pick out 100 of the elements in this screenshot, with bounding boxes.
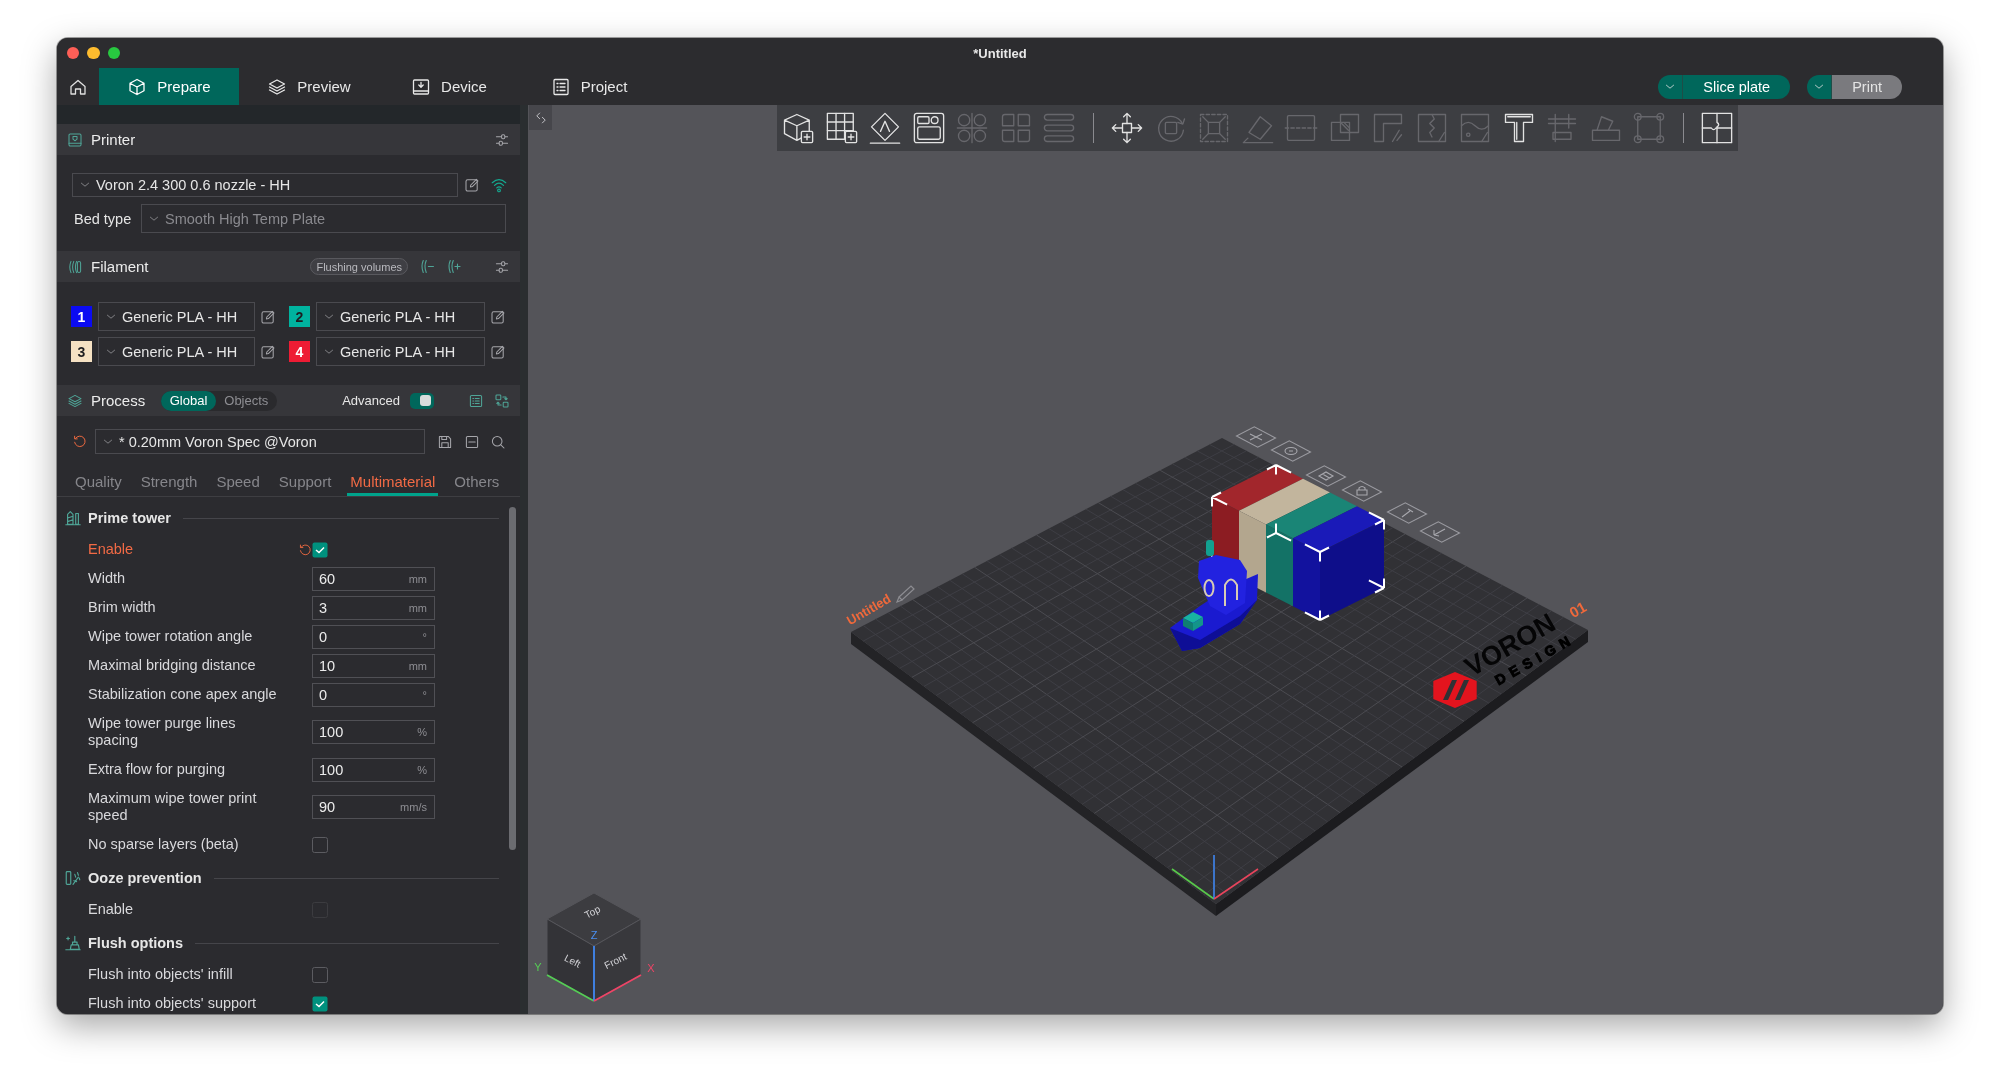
number-field[interactable]: 60 mm (312, 566, 435, 591)
sidebar-toggle-button[interactable] (529, 105, 552, 130)
setting-label: Flush into objects' infill (88, 966, 234, 983)
tower-icon (64, 509, 82, 527)
number-field[interactable]: 3 mm (312, 595, 435, 620)
list-icon[interactable] (468, 392, 484, 409)
edit-icon[interactable] (490, 308, 506, 325)
remove-filament-icon[interactable] (419, 258, 436, 275)
setting-label: Enable (88, 901, 135, 918)
view-cube-drawing[interactable] (546, 892, 642, 1002)
checkbox[interactable] (312, 966, 328, 983)
setting-label: Enable (88, 541, 135, 558)
save-icon[interactable] (437, 433, 453, 450)
filament-select[interactable]: Generic PLA - HH (316, 302, 485, 331)
number-field[interactable]: 90 mm/s (312, 795, 435, 819)
axis-label: X (647, 962, 655, 974)
tee-icon[interactable] (1386, 502, 1428, 524)
printer-select[interactable]: Voron 2.4 300 0.6 nozzle - HH (72, 173, 458, 197)
section-title: Filament (91, 258, 149, 275)
minus-box-icon[interactable] (464, 433, 480, 450)
filament-color-badge[interactable]: 1 (71, 306, 92, 327)
checkbox[interactable] (312, 836, 328, 853)
arrow-icon[interactable] (1419, 521, 1461, 543)
minimize-button[interactable] (87, 46, 100, 60)
ring-icon[interactable] (1270, 440, 1312, 462)
axis-label: Z (590, 929, 598, 941)
move-arrows-icon[interactable] (1109, 110, 1145, 146)
number-field[interactable]: 100 % (312, 720, 435, 744)
pencil-icon[interactable] (895, 585, 915, 604)
reset-icon[interactable] (298, 542, 312, 557)
close-button[interactable] (66, 46, 79, 60)
action-button[interactable]: Slice plate (1683, 74, 1791, 99)
document-list-icon (550, 76, 571, 97)
settings-tab[interactable]: Speed (213, 466, 263, 496)
sliders-icon[interactable] (494, 131, 510, 148)
bed-type-label: Bed type (74, 210, 132, 227)
setting-label: Brim width (88, 599, 157, 616)
settings-tab[interactable]: Multimaterial (347, 466, 439, 496)
settings-tab[interactable]: Strength (137, 466, 201, 496)
toggle-switch[interactable] (410, 392, 434, 409)
filament-select[interactable]: Generic PLA - HH (316, 337, 485, 366)
setting-label: Wipe tower purge lines spacing (88, 715, 237, 749)
search-icon[interactable] (490, 433, 506, 450)
process-preset-select[interactable]: * 0.20mm Voron Spec @Voron (95, 429, 425, 454)
number-field[interactable]: 0 ° (312, 624, 435, 649)
setting-label: No sparse layers (beta) (88, 836, 240, 853)
filament-icon (67, 258, 83, 275)
add-filament-icon[interactable] (446, 258, 463, 275)
axis-label: Y (534, 961, 542, 973)
view-cube-label[interactable]: Front (602, 950, 629, 972)
view-cube-label[interactable]: Top (582, 903, 603, 921)
main-tab[interactable]: Prepare (99, 68, 239, 105)
setting-label: Maximum wipe tower print speed (88, 790, 258, 824)
unit-label: ° (422, 630, 427, 643)
settings-tab[interactable]: Others (451, 466, 503, 496)
rhombus-icon[interactable] (1305, 465, 1347, 487)
edit-icon[interactable] (260, 343, 276, 360)
dropdown-button[interactable] (1807, 74, 1833, 99)
settings-tab[interactable]: Quality (72, 466, 125, 496)
unit-label: % (417, 763, 427, 776)
unit-label: mm (408, 601, 427, 614)
settings-tab[interactable]: Support (275, 466, 335, 496)
dropdown-button[interactable] (1658, 74, 1684, 99)
filament-color-badge[interactable]: 3 (71, 341, 92, 362)
reset-icon[interactable] (72, 434, 87, 449)
boat-model-drawing[interactable] (1170, 540, 1258, 651)
lock-icon[interactable] (1341, 480, 1383, 502)
checkbox[interactable] (312, 541, 328, 558)
filament-color-badge[interactable]: 2 (289, 306, 310, 327)
edit-icon[interactable] (490, 343, 506, 360)
puzzle-icon[interactable] (1699, 110, 1735, 146)
diamond-icon[interactable] (867, 110, 903, 146)
main-tab[interactable]: Project (519, 68, 659, 105)
number-field[interactable]: 10 mm (312, 653, 435, 678)
edit-icon[interactable] (464, 177, 480, 193)
filament-select[interactable]: Generic PLA - HH (98, 337, 255, 366)
main-tab[interactable]: Device (379, 68, 519, 105)
setting-label: Wipe tower rotation angle (88, 628, 254, 645)
scrollbar[interactable] (509, 507, 516, 850)
setting-label: Maximal bridging distance (88, 657, 257, 674)
checkbox[interactable] (312, 995, 328, 1012)
number-field[interactable]: 100 % (312, 757, 435, 782)
plate-number-label: 01 (1566, 598, 1590, 622)
main-tab[interactable]: Preview (239, 68, 379, 105)
brush-icon (64, 934, 82, 952)
selected-block-model-drawing[interactable] (1211, 464, 1385, 621)
edit-icon[interactable] (260, 308, 276, 325)
unit-label: % (417, 726, 427, 738)
scope-option[interactable]: Global (161, 390, 216, 411)
scope-option[interactable]: Objects (215, 390, 277, 411)
swap-icon[interactable] (494, 392, 510, 409)
close-icon[interactable] (1235, 426, 1277, 448)
filament-select[interactable]: Generic PLA - HH (98, 302, 255, 331)
number-field[interactable]: 0 ° (312, 682, 435, 707)
view-cube-label[interactable]: Left (562, 952, 583, 970)
sliders-icon[interactable] (494, 258, 510, 275)
wifi-icon[interactable] (490, 176, 508, 194)
flushing-volumes-button[interactable]: Flushing volumes (310, 258, 408, 275)
zoom-button[interactable] (107, 46, 120, 60)
filament-color-badge[interactable]: 4 (289, 341, 310, 362)
